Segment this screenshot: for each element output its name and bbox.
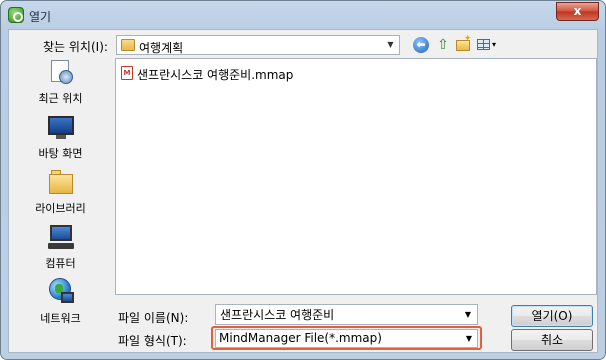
place-network[interactable]: 네트워크 [14, 278, 107, 332]
folder-icon [121, 39, 135, 51]
up-one-level-button[interactable]: ⇧ [434, 37, 452, 53]
place-label: 라이브러리 [35, 202, 86, 215]
place-recent[interactable]: 최근 위치 [14, 58, 107, 112]
places-bar: 최근 위치 바탕 화면 라이브러리 컴퓨터 네트워크 [14, 58, 107, 350]
desktop-icon [47, 113, 75, 141]
file-list[interactable]: M 샌프란시스코 여행준비.mmap [115, 58, 597, 295]
place-libraries[interactable]: 라이브러리 [14, 168, 107, 222]
look-in-combobox[interactable]: 여행계획 ▼ [116, 35, 400, 55]
network-icon [47, 278, 75, 306]
open-button[interactable]: 열기(O) [511, 305, 593, 327]
window-title: 열기 [29, 10, 52, 24]
file-name: 샌프란시스코 여행준비.mmap [137, 68, 294, 82]
recent-places-icon [47, 58, 75, 86]
mindmanager-file-icon: M [121, 66, 133, 80]
file-type-select[interactable]: MindManager File(*.mmap) ▼ [215, 329, 478, 348]
place-desktop[interactable]: 바탕 화면 [14, 113, 107, 167]
file-type-label: 파일 형식(T): [118, 334, 187, 348]
look-in-label: 찾는 위치(I): [43, 40, 108, 54]
open-dialog-window: 열기 x 찾는 위치(I): 여행계획 ▼ ⬅ ⇧ ✦ ▾ 최근 위치 바탕 화… [0, 0, 606, 360]
chevron-down-icon[interactable]: ▼ [382, 36, 399, 54]
cancel-button[interactable]: 취소 [511, 329, 593, 351]
place-label: 최근 위치 [38, 92, 83, 105]
libraries-icon [47, 168, 75, 196]
app-icon [8, 7, 24, 23]
back-button[interactable]: ⬅ [413, 37, 431, 53]
back-arrow-icon: ⬅ [413, 37, 429, 53]
computer-icon [47, 223, 75, 251]
file-name-input[interactable] [215, 304, 478, 325]
place-label: 컴퓨터 [45, 257, 76, 270]
chevron-down-icon: ▾ [492, 40, 497, 49]
views-menu-button[interactable]: ▾ [477, 37, 501, 53]
chevron-down-icon[interactable]: ▼ [460, 307, 476, 322]
place-label: 네트워크 [40, 312, 81, 325]
sparkle-icon: ✦ [464, 34, 472, 44]
new-folder-button[interactable]: ✦ [455, 34, 473, 53]
place-computer[interactable]: 컴퓨터 [14, 223, 107, 277]
look-in-value: 여행계획 [139, 41, 184, 55]
file-type-value: MindManager File(*.mmap) [219, 331, 382, 345]
dialog-body: 찾는 위치(I): 여행계획 ▼ ⬅ ⇧ ✦ ▾ 최근 위치 바탕 화면 라이브… [8, 29, 598, 353]
view-grid-icon [477, 39, 490, 50]
chevron-down-icon: ▼ [465, 334, 473, 343]
file-name-label: 파일 이름(N): [118, 311, 189, 325]
place-label: 바탕 화면 [38, 147, 83, 160]
title-bar: 열기 x [1, 1, 605, 29]
close-button[interactable]: x [556, 2, 599, 21]
